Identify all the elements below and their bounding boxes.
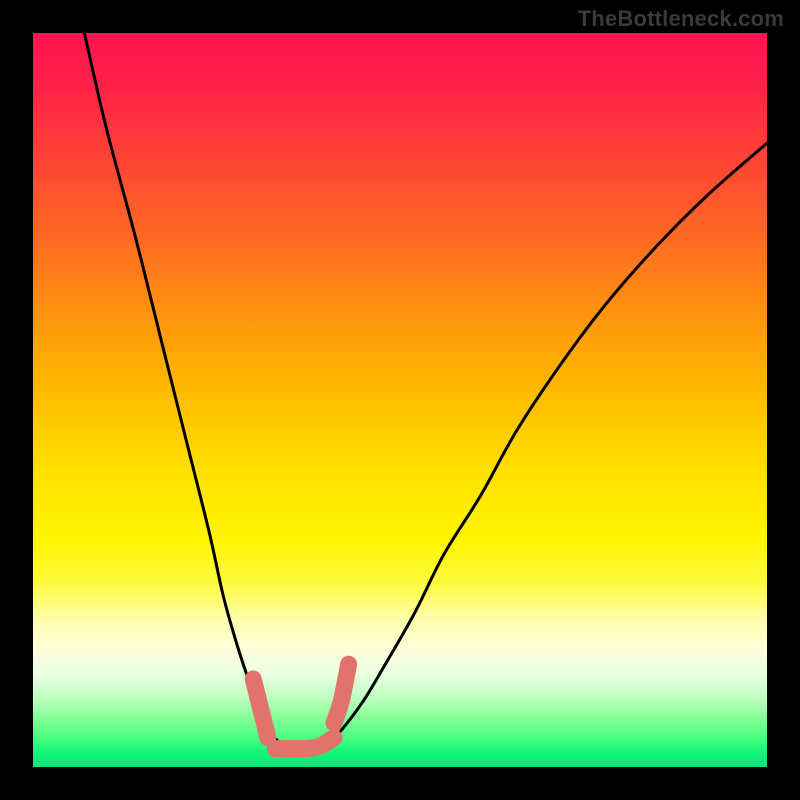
- plot-area: [33, 33, 767, 767]
- bottleneck-marker-valley: [275, 738, 334, 749]
- bottleneck-marker-right: [334, 664, 349, 723]
- curves-layer: [33, 33, 767, 767]
- chart-frame: TheBottleneck.com: [0, 0, 800, 800]
- right-curve: [312, 143, 767, 752]
- left-curve: [84, 33, 297, 752]
- watermark-text: TheBottleneck.com: [578, 6, 784, 32]
- bottleneck-marker-left: [253, 679, 268, 738]
